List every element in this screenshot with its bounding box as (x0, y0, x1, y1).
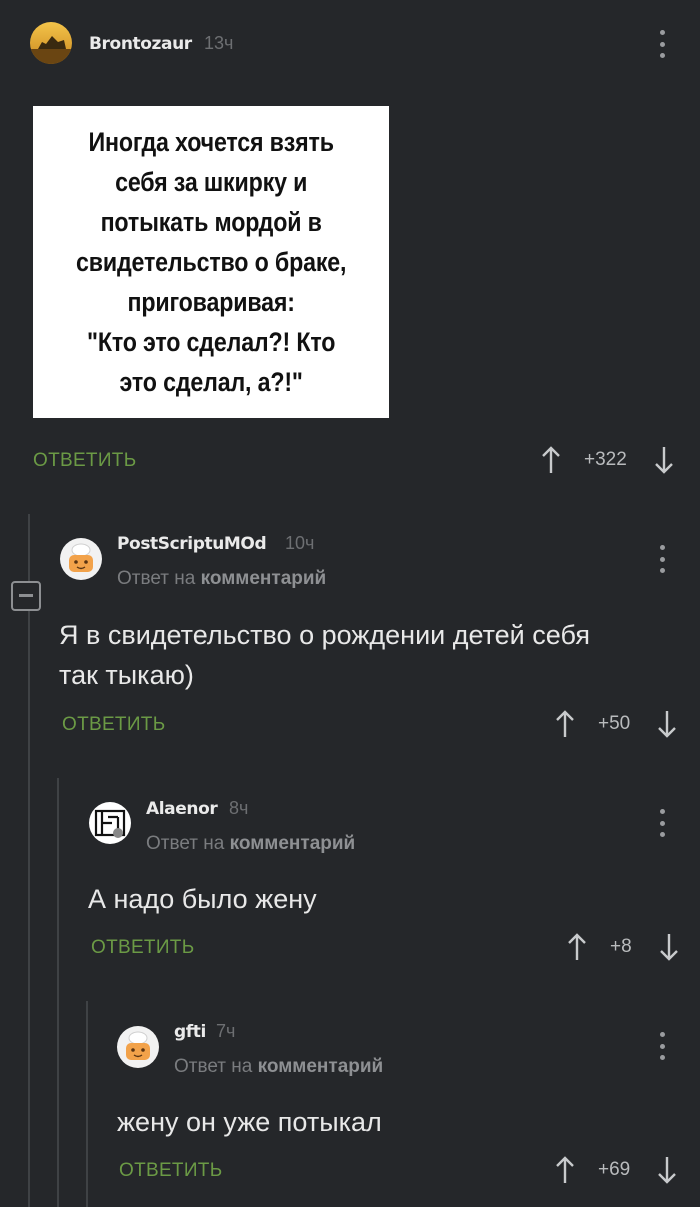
comment-author[interactable]: PostScriptuMOd (117, 534, 267, 554)
post-image-caption: Иногда хочется взять себя за шкирку и по… (75, 127, 347, 397)
comment-text-line: так тыкаю) (59, 660, 194, 690)
more-vertical-icon[interactable] (652, 545, 672, 573)
avatar[interactable] (117, 1026, 159, 1068)
thread-line-level-3[interactable] (86, 1001, 88, 1207)
comment-text-line: А надо было жену (88, 884, 317, 914)
comment-score: +8 (610, 936, 632, 957)
reply-prefix: Ответ на (146, 833, 225, 854)
minus-square-icon[interactable] (11, 581, 41, 611)
arrow-down-icon[interactable] (656, 1155, 678, 1185)
arrow-up-icon[interactable] (540, 445, 562, 475)
comments-page: Brontozaur 13ч Иногда хочется взять себя… (0, 0, 700, 1207)
reply-to-line: Ответ на комментарий (117, 568, 326, 590)
reply-button[interactable]: ОТВЕТИТЬ (62, 714, 165, 736)
reply-button[interactable]: ОТВЕТИТЬ (91, 937, 194, 959)
reply-prefix: Ответ на (174, 1056, 253, 1077)
thread-line-level-1[interactable] (28, 514, 30, 1207)
avatar-image (89, 802, 131, 844)
comment-score: +69 (598, 1159, 631, 1180)
avatar-image (60, 538, 102, 580)
reply-to-line: Ответ на комментарий (146, 833, 355, 855)
arrow-up-icon[interactable] (566, 932, 588, 962)
reply-button[interactable]: ОТВЕТИТЬ (33, 450, 136, 472)
vote-controls: +69 (554, 1154, 678, 1186)
post-time: 13ч (204, 33, 234, 53)
comment-time: 10ч (285, 533, 315, 553)
post-author[interactable]: Brontozaur (89, 34, 192, 54)
reply-to-line: Ответ на комментарий (174, 1056, 383, 1078)
avatar-image (117, 1026, 159, 1068)
thread-line-level-2[interactable] (57, 778, 59, 1207)
arrow-up-icon[interactable] (554, 709, 576, 739)
comment-text-line: Я в свидетельство о рождении детей себя (59, 620, 590, 650)
avatar-image (30, 22, 72, 64)
comment-time: 7ч (216, 1021, 236, 1041)
comment-time: 8ч (229, 798, 249, 818)
reply-target-link[interactable]: комментарий (258, 1056, 384, 1077)
arrow-down-icon[interactable] (658, 932, 680, 962)
comment-author[interactable]: gfti (174, 1022, 206, 1042)
avatar[interactable] (30, 22, 72, 64)
avatar[interactable] (60, 538, 102, 580)
post-image[interactable]: Иногда хочется взять себя за шкирку и по… (33, 106, 389, 418)
more-vertical-icon[interactable] (652, 1032, 672, 1060)
more-vertical-icon[interactable] (652, 30, 672, 58)
avatar[interactable] (89, 802, 131, 844)
post-score: +322 (584, 449, 627, 470)
arrow-up-icon[interactable] (554, 1155, 576, 1185)
vote-controls: +8 (566, 931, 680, 963)
arrow-down-icon[interactable] (656, 709, 678, 739)
vote-controls: +50 (554, 708, 678, 740)
reply-button[interactable]: ОТВЕТИТЬ (119, 1160, 222, 1182)
reply-target-link[interactable]: комментарий (230, 833, 356, 854)
comment-author[interactable]: Alaenor (146, 799, 218, 819)
comment-score: +50 (598, 713, 631, 734)
comment-text-line: жену он уже потыкал (117, 1107, 382, 1137)
more-vertical-icon[interactable] (652, 809, 672, 837)
reply-target-link[interactable]: комментарий (201, 568, 327, 589)
vote-controls: +322 (540, 444, 675, 476)
arrow-down-icon[interactable] (653, 445, 675, 475)
reply-prefix: Ответ на (117, 568, 196, 589)
